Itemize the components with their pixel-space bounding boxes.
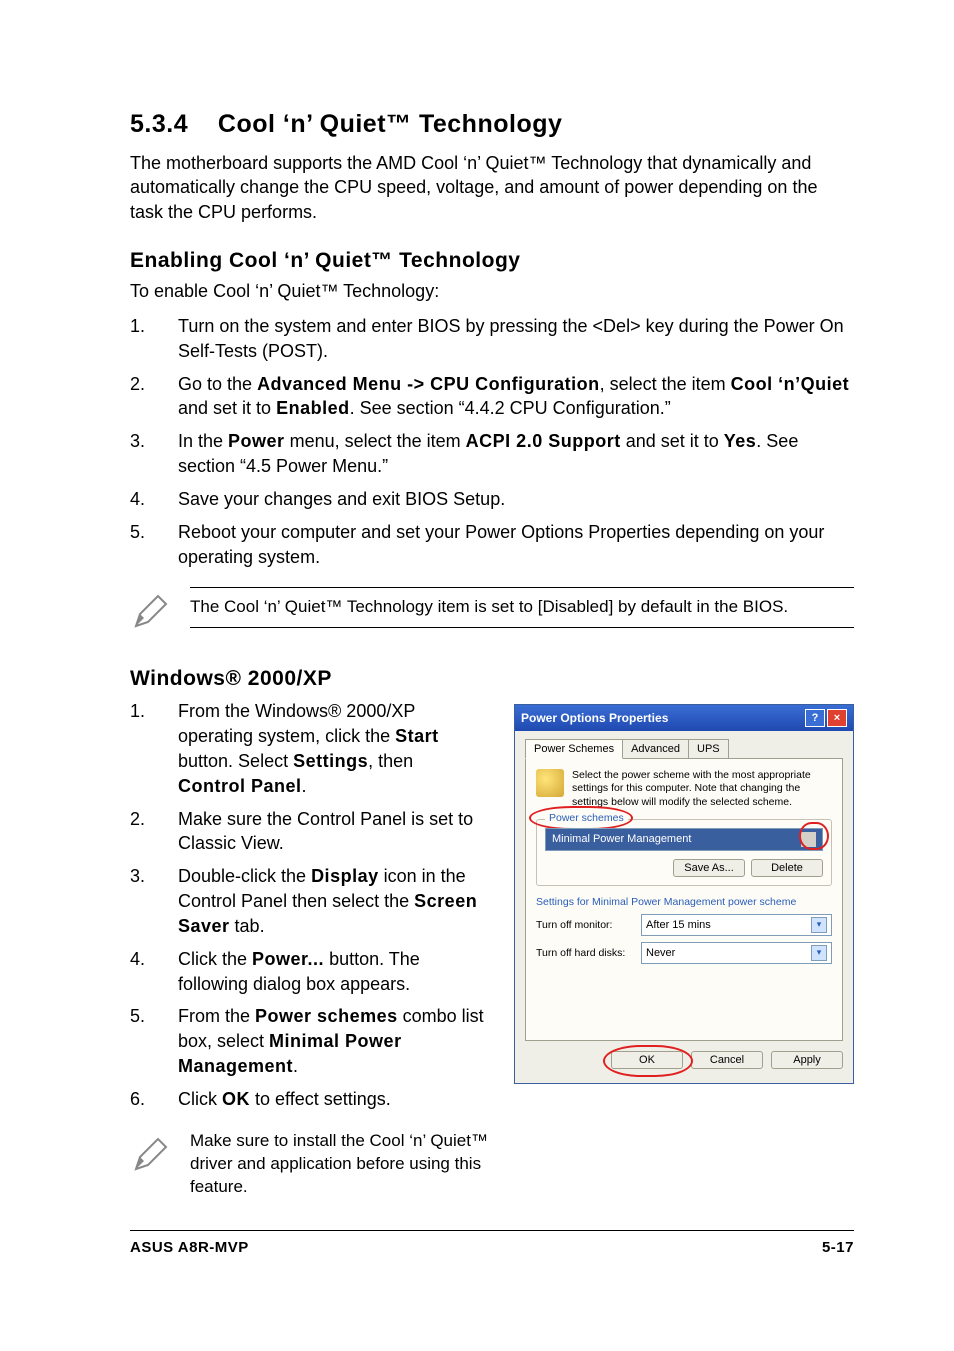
list-item: 6. Click OK to effect settings. [130,1087,494,1112]
step-number: 5. [130,1004,178,1078]
power-schemes-groupbox: Power schemes Minimal Power Management [536,819,832,886]
footer-left: ASUS A8R-MVP [130,1239,249,1256]
ok-button[interactable]: OK [611,1051,683,1069]
step-number: 4. [130,947,178,997]
step-number: 3. [130,429,178,479]
step-body: From the Power schemes combo list box, s… [178,1004,494,1078]
dialog-body: Power Schemes Advanced UPS Select the po… [515,731,853,1082]
list-item: 1. From the Windows® 2000/XP operating s… [130,699,494,798]
step-body: Make sure the Control Panel is set to Cl… [178,807,494,857]
note-block: The Cool ‘n’ Quiet™ Technology item is s… [130,587,854,637]
step-number: 5. [130,520,178,570]
tab-ups[interactable]: UPS [688,739,729,759]
step-number: 2. [130,372,178,422]
step-number: 3. [130,864,178,938]
turn-off-monitor-select[interactable]: After 15 mins ▾ [641,914,832,936]
list-item: 2. Make sure the Control Panel is set to… [130,807,494,857]
step-number: 4. [130,487,178,512]
section-intro: The motherboard supports the AMD Cool ‘n… [130,151,854,224]
turn-off-monitor-label: Turn off monitor: [536,919,631,931]
list-item: 5. Reboot your computer and set your Pow… [130,520,854,570]
step-body: Go to the Advanced Menu -> CPU Configura… [178,372,854,422]
combo-value: Minimal Power Management [552,833,691,845]
step-number: 6. [130,1087,178,1112]
settings-title: Settings for Minimal Power Management po… [536,896,832,908]
step-body: Double-click the Display icon in the Con… [178,864,494,938]
list-item: 3. In the Power menu, select the item AC… [130,429,854,479]
power-options-dialog: Power Options Properties ? × Power Schem… [514,704,854,1083]
list-item: 4. Click the Power... button. The follow… [130,947,494,997]
select-value: After 15 mins [646,919,711,931]
cancel-button[interactable]: Cancel [691,1051,763,1069]
save-as-button[interactable]: Save As... [673,859,745,877]
close-button[interactable]: × [827,709,847,727]
battery-icon [536,769,564,797]
step-number: 2. [130,807,178,857]
pencil-icon [130,1130,190,1180]
dialog-button-row: OK Cancel Apply [525,1047,843,1073]
tab-advanced[interactable]: Advanced [622,739,689,759]
right-column: Power Options Properties ? × Power Schem… [514,699,854,1198]
step-body: Turn on the system and enter BIOS by pre… [178,314,854,364]
left-column: 1. From the Windows® 2000/XP operating s… [130,699,494,1198]
tab-power-schemes[interactable]: Power Schemes [525,739,623,759]
power-scheme-combo[interactable]: Minimal Power Management [545,828,823,851]
windows-steps: 1. From the Windows® 2000/XP operating s… [130,699,494,1111]
enable-lead: To enable Cool ‘n’ Quiet™ Technology: [130,281,854,302]
section-title: Cool ‘n’ Quiet™ Technology [218,110,562,138]
two-column-layout: 1. From the Windows® 2000/XP operating s… [130,699,854,1198]
step-body: From the Windows® 2000/XP operating syst… [178,699,494,798]
dialog-titlebar: Power Options Properties ? × [515,705,853,731]
help-button[interactable]: ? [805,709,825,727]
groupbox-legend: Power schemes [545,812,628,824]
dialog-description: Select the power scheme with the most ap… [572,769,832,808]
chevron-down-icon: ▾ [811,917,827,933]
enable-steps: 1. Turn on the system and enter BIOS by … [130,314,854,569]
apply-button[interactable]: Apply [771,1051,843,1069]
chevron-down-icon [801,832,816,847]
list-item: 5. From the Power schemes combo list box… [130,1004,494,1078]
list-item: 3. Double-click the Display icon in the … [130,864,494,938]
dialog-title: Power Options Properties [521,711,668,725]
tabs: Power Schemes Advanced UPS [525,739,843,759]
page-footer: ASUS A8R-MVP 5-17 [130,1230,854,1256]
section-number: 5.3.4 [130,110,188,138]
turn-off-hd-row: Turn off hard disks: Never ▾ [536,942,832,964]
list-item: 1. Turn on the system and enter BIOS by … [130,314,854,364]
list-item: 2. Go to the Advanced Menu -> CPU Config… [130,372,854,422]
note-block: Make sure to install the Cool ‘n’ Quiet™… [130,1130,494,1199]
section-heading: 5.3.4 Cool ‘n’ Quiet™ Technology [130,110,854,139]
footer-right: 5-17 [822,1239,854,1256]
list-item: 4. Save your changes and exit BIOS Setup… [130,487,854,512]
step-body: Click OK to effect settings. [178,1087,494,1112]
note-text: Make sure to install the Cool ‘n’ Quiet™… [190,1130,494,1199]
turn-off-monitor-row: Turn off monitor: After 15 mins ▾ [536,914,832,936]
step-body: Reboot your computer and set your Power … [178,520,854,570]
step-body: Save your changes and exit BIOS Setup. [178,487,854,512]
delete-button[interactable]: Delete [751,859,823,877]
select-value: Never [646,947,675,959]
step-number: 1. [130,314,178,364]
turn-off-hd-select[interactable]: Never ▾ [641,942,832,964]
step-number: 1. [130,699,178,798]
step-body: Click the Power... button. The following… [178,947,494,997]
windows-heading: Windows® 2000/XP [130,667,854,691]
page: 5.3.4 Cool ‘n’ Quiet™ Technology The mot… [0,0,954,1351]
pencil-icon [130,587,190,637]
tab-panel: Select the power scheme with the most ap… [525,758,843,1040]
turn-off-hd-label: Turn off hard disks: [536,947,631,959]
chevron-down-icon: ▾ [811,945,827,961]
note-text: The Cool ‘n’ Quiet™ Technology item is s… [190,587,854,628]
step-body: In the Power menu, select the item ACPI … [178,429,854,479]
enable-heading: Enabling Cool ‘n’ Quiet™ Technology [130,249,854,273]
